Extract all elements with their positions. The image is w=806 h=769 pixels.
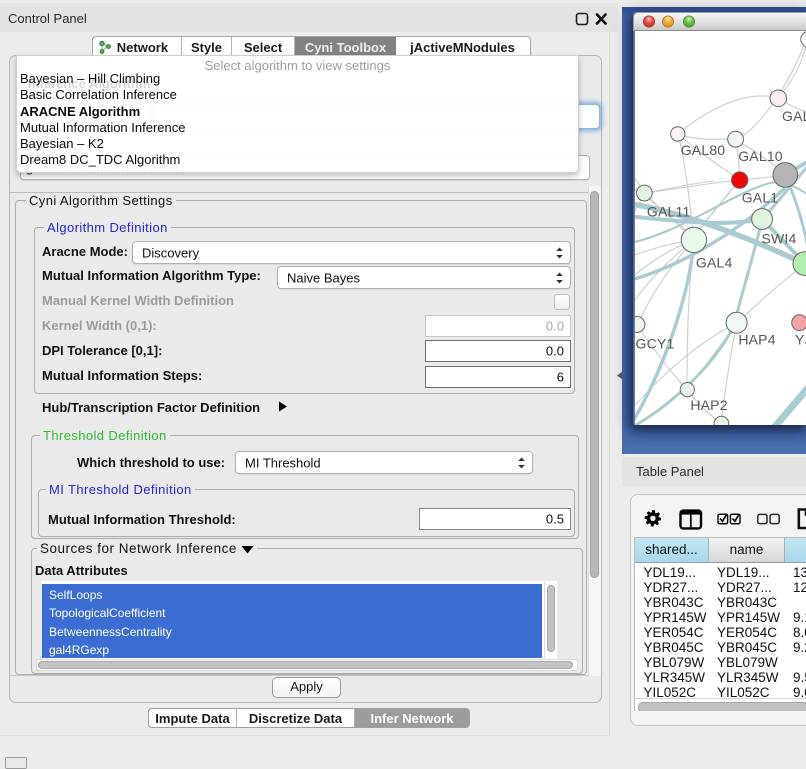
svg-text:SWI4: SWI4 xyxy=(761,231,796,247)
svg-text:GAL7: GAL7 xyxy=(782,108,806,124)
svg-text:GAL10: GAL10 xyxy=(738,148,783,164)
svg-text:HAP2: HAP2 xyxy=(690,397,727,413)
svg-text:GAL80: GAL80 xyxy=(681,142,726,158)
svg-text:GCY1: GCY1 xyxy=(636,336,675,352)
svg-text:GAL1: GAL1 xyxy=(742,190,779,206)
svg-text:YJ: YJ xyxy=(795,332,806,348)
svg-text:GAL4: GAL4 xyxy=(696,255,733,271)
svg-text:HAP4: HAP4 xyxy=(738,332,775,348)
svg-text:GAL11: GAL11 xyxy=(647,204,691,220)
